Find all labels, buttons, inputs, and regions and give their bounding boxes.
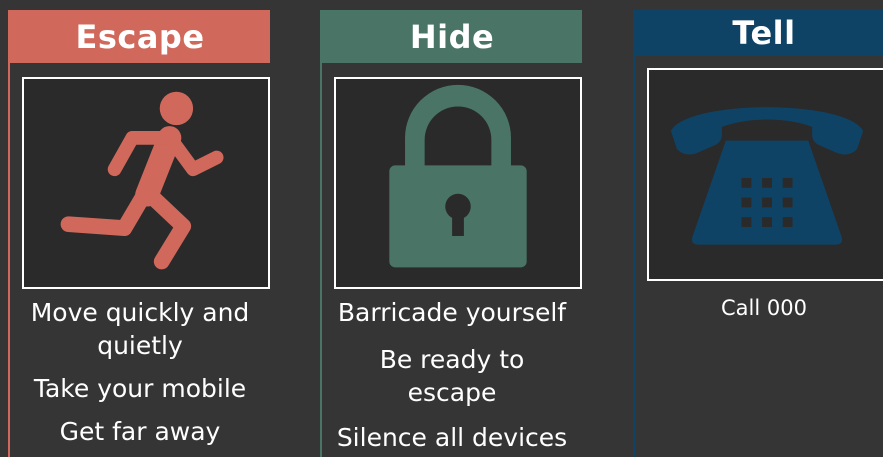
tell-icon-frame [647, 68, 883, 281]
hide-line-2: Be ready to escape [379, 345, 525, 407]
escape-panel: Escape Move quickly and quietly Take you… [8, 10, 270, 457]
tell-title: Tell [732, 14, 796, 52]
escape-instructions: Move quickly and quietly Take your mobil… [10, 296, 270, 448]
telephone-icon [670, 107, 864, 245]
escape-line-2: Take your mobile [33, 374, 247, 403]
running-person-icon [60, 91, 224, 270]
escape-line-1: Move quickly and quietly [30, 298, 250, 360]
hide-line-1: Barricade yourself [337, 298, 567, 327]
escape-header: Escape [10, 10, 270, 63]
escape-hide-tell-slide: Escape Move quickly and quietly Take you… [0, 0, 883, 457]
tell-panel: Tell Call 000 [633, 10, 883, 457]
escape-title: Escape [75, 17, 205, 56]
tell-header: Tell [635, 10, 883, 56]
hide-header: Hide [322, 10, 582, 63]
escape-icon-frame [22, 77, 270, 289]
hide-title: Hide [409, 17, 495, 56]
tell-line-1: Call 000 [721, 296, 807, 320]
hide-line-3: Silence all devices [336, 423, 568, 452]
tell-instructions: Call 000 [635, 294, 883, 322]
hide-panel: Hide Barricade yourself Be ready to esca… [320, 10, 582, 457]
hide-instructions: Barricade yourself Be ready to escape Si… [322, 296, 582, 454]
escape-line-3: Get far away [59, 417, 221, 446]
padlock-icon [389, 84, 527, 268]
hide-icon-frame [334, 77, 582, 289]
